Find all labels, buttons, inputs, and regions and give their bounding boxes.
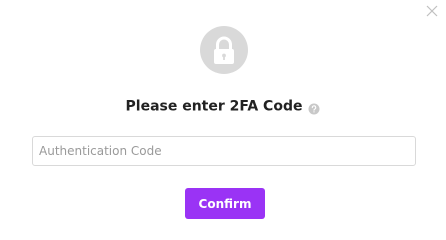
authentication-code-input[interactable]	[32, 136, 416, 166]
help-icon[interactable]	[308, 100, 320, 114]
dialog-title-row: Please enter 2FA Code	[0, 96, 446, 116]
lock-badge	[200, 26, 248, 74]
dialog-title: Please enter 2FA Code	[125, 98, 303, 115]
close-icon	[426, 5, 438, 17]
lock-icon	[214, 36, 234, 64]
two-factor-dialog: Please enter 2FA Code Confirm	[0, 0, 446, 229]
confirm-button[interactable]: Confirm	[185, 188, 265, 219]
question-circle-icon	[308, 103, 320, 114]
close-button[interactable]	[424, 3, 440, 19]
